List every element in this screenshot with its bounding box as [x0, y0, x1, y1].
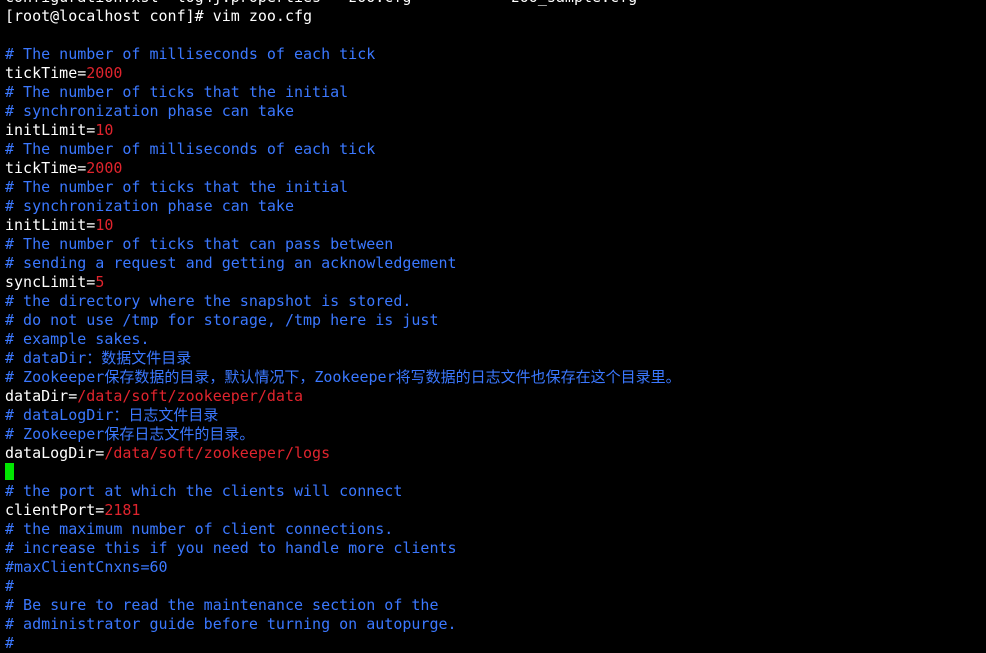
- shell-output-line: configuration.xsl log4j.properties zoo.c…: [0, 0, 986, 7]
- comment-text: # Zookeeper保存数据的目录，默认情况下，Zookeeper将写数据的日…: [5, 368, 681, 386]
- shell-output-line: [root@localhost conf]# vim zoo.cfg: [0, 7, 986, 26]
- comment-text: # dataLogDir：日志文件目录: [5, 406, 219, 424]
- config-setting-line: initLimit=10: [0, 121, 986, 140]
- setting-value: 2000: [86, 64, 123, 82]
- config-comment-line: # sending a request and getting an ackno…: [0, 254, 986, 273]
- config-comment-line: # Zookeeper保存日志文件的目录。: [0, 425, 986, 444]
- comment-text: # synchronization phase can take: [5, 102, 294, 120]
- comment-text: # the directory where the snapshot is st…: [5, 292, 412, 310]
- config-comment-line: # the port at which the clients will con…: [0, 482, 986, 501]
- setting-value: 5: [95, 273, 105, 291]
- setting-key: tickTime=: [5, 159, 87, 177]
- config-comment-line: # administrator guide before turning on …: [0, 615, 986, 634]
- comment-text: # sending a request and getting an ackno…: [5, 254, 457, 272]
- setting-value: /data/soft/zookeeper/data: [77, 387, 304, 405]
- config-comment-line: #: [0, 577, 986, 596]
- config-comment-line: # The number of ticks that the initial: [0, 178, 986, 197]
- cursor-line: [0, 463, 986, 482]
- shell-text: configuration.xsl log4j.properties zoo.c…: [5, 0, 637, 6]
- config-comment-line: # The number of milliseconds of each tic…: [0, 45, 986, 64]
- setting-key: initLimit=: [5, 121, 96, 139]
- setting-key: initLimit=: [5, 216, 96, 234]
- config-comment-line: # example sakes.: [0, 330, 986, 349]
- config-comment-line: # do not use /tmp for storage, /tmp here…: [0, 311, 986, 330]
- config-comment-line: # the maximum number of client connectio…: [0, 520, 986, 539]
- comment-text: # synchronization phase can take: [5, 197, 294, 215]
- comment-text: # example sakes.: [5, 330, 150, 348]
- terminal-window[interactable]: configuration.xsl log4j.properties zoo.c…: [0, 0, 986, 652]
- config-comment-line: # dataLogDir：日志文件目录: [0, 406, 986, 425]
- setting-value: 10: [95, 216, 114, 234]
- config-setting-line: dataLogDir=/data/soft/zookeeper/logs: [0, 444, 986, 463]
- config-setting-line: tickTime=2000: [0, 64, 986, 83]
- setting-value: /data/soft/zookeeper/logs: [104, 444, 331, 462]
- setting-key: tickTime=: [5, 64, 87, 82]
- config-comment-line: # Zookeeper保存数据的目录，默认情况下，Zookeeper将写数据的日…: [0, 368, 986, 387]
- comment-text: # The number of ticks that the initial: [5, 83, 349, 101]
- setting-key: clientPort=: [5, 501, 105, 519]
- config-comment-line: # the directory where the snapshot is st…: [0, 292, 986, 311]
- config-setting-line: dataDir=/data/soft/zookeeper/data: [0, 387, 986, 406]
- config-comment-line: # dataDir：数据文件目录: [0, 349, 986, 368]
- setting-value: 2181: [104, 501, 141, 519]
- comment-text: # dataDir：数据文件目录: [5, 349, 192, 367]
- comment-text: # the maximum number of client connectio…: [5, 520, 394, 538]
- comment-text: # increase this if you need to handle mo…: [5, 539, 457, 557]
- empty-line: [0, 26, 986, 45]
- comment-text: #: [5, 634, 15, 652]
- shell-text: [root@localhost conf]# vim zoo.cfg: [5, 7, 313, 25]
- comment-text: # The number of milliseconds of each tic…: [5, 45, 376, 63]
- setting-key: dataLogDir=: [5, 444, 105, 462]
- config-setting-line: clientPort=2181: [0, 501, 986, 520]
- setting-key: dataDir=: [5, 387, 78, 405]
- comment-text: # The number of ticks that the initial: [5, 178, 349, 196]
- comment-text: # Zookeeper保存日志文件的目录。: [5, 425, 255, 443]
- comment-text: #: [5, 577, 15, 595]
- config-comment-line: # The number of ticks that can pass betw…: [0, 235, 986, 254]
- comment-text: # do not use /tmp for storage, /tmp here…: [5, 311, 439, 329]
- config-comment-line: # The number of ticks that the initial: [0, 83, 986, 102]
- comment-text: # administrator guide before turning on …: [5, 615, 457, 633]
- config-comment-line: # synchronization phase can take: [0, 102, 986, 121]
- setting-key: syncLimit=: [5, 273, 96, 291]
- config-comment-line: #maxClientCnxns=60: [0, 558, 986, 577]
- config-setting-line: syncLimit=5: [0, 273, 986, 292]
- config-comment-line: # The number of milliseconds of each tic…: [0, 140, 986, 159]
- config-comment-line: # synchronization phase can take: [0, 197, 986, 216]
- comment-text: # Be sure to read the maintenance sectio…: [5, 596, 439, 614]
- comment-text: # The number of milliseconds of each tic…: [5, 140, 376, 158]
- setting-value: 2000: [86, 159, 123, 177]
- setting-value: 10: [95, 121, 114, 139]
- comment-text: # the port at which the clients will con…: [5, 482, 403, 500]
- config-comment-line: #: [0, 634, 986, 653]
- comment-text: #maxClientCnxns=60: [5, 558, 168, 576]
- config-setting-line: tickTime=2000: [0, 159, 986, 178]
- config-comment-line: # increase this if you need to handle mo…: [0, 539, 986, 558]
- text-cursor: [5, 463, 14, 480]
- config-setting-line: initLimit=10: [0, 216, 986, 235]
- comment-text: # The number of ticks that can pass betw…: [5, 235, 394, 253]
- config-comment-line: # Be sure to read the maintenance sectio…: [0, 596, 986, 615]
